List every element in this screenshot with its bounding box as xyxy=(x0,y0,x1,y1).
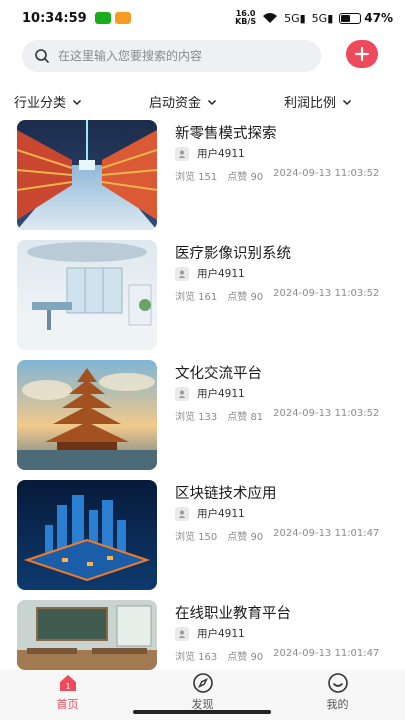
search-input[interactable] xyxy=(58,49,298,63)
status-bar: 10:34:59 16.0 KB/S 5G▮ 5G▮ 47% xyxy=(0,0,405,36)
post-time: 2024-09-13 11:01:47 xyxy=(273,648,380,659)
avatar-icon xyxy=(175,506,189,521)
medical-room-image xyxy=(17,240,157,350)
chevron-down-icon xyxy=(72,99,82,105)
status-time: 10:34:59 xyxy=(22,10,87,26)
author-row: 用户4911 xyxy=(175,626,245,641)
blockchain-city-image xyxy=(17,480,157,590)
post-time: 2024-09-13 11:03:52 xyxy=(273,408,380,419)
like-count: 点赞 81 xyxy=(227,412,264,423)
like-count: 点赞 90 xyxy=(227,292,264,303)
filter-startup-capital[interactable]: 启动资金 xyxy=(149,92,217,111)
tab-home-label: 首页 xyxy=(56,698,79,711)
signal-5g-1: 5G▮ xyxy=(284,11,306,25)
post-title: 在线职业教育平台 xyxy=(175,606,291,622)
add-button[interactable] xyxy=(346,40,378,68)
author-name: 用户4911 xyxy=(197,508,245,520)
smile-icon xyxy=(327,673,348,693)
post-title: 新零售模式探索 xyxy=(175,126,277,142)
post-card[interactable]: 区块链技术应用 用户4911 浏览 150 点赞 90 2024-09-13 1… xyxy=(0,480,405,592)
pagoda-image xyxy=(17,360,157,470)
post-title: 文化交流平台 xyxy=(175,366,262,382)
battery-indicator: 47% xyxy=(339,11,393,25)
filter-profit-ratio-label: 利润比例 xyxy=(284,96,337,111)
wechat-icon xyxy=(94,12,111,24)
author-row: 用户4911 xyxy=(175,146,245,161)
post-card[interactable]: 文化交流平台 用户4911 浏览 133 点赞 81 2024-09-13 11… xyxy=(0,360,405,472)
filter-industry-label: 行业分类 xyxy=(14,96,67,111)
app-notification-icon xyxy=(114,12,131,24)
battery-fill xyxy=(341,14,350,22)
search-box[interactable] xyxy=(22,40,321,72)
author-row: 用户4911 xyxy=(175,506,245,521)
classroom-image xyxy=(17,600,157,670)
post-title: 医疗影像识别系统 xyxy=(175,246,291,262)
status-indicators: 16.0 KB/S 5G▮ 5G▮ 47% xyxy=(235,10,393,26)
svg-text:1: 1 xyxy=(65,682,70,691)
filter-industry[interactable]: 行业分类 xyxy=(14,92,82,111)
signal-label-1: 5G xyxy=(284,11,300,25)
avatar-icon xyxy=(175,146,189,161)
tab-mine[interactable]: 我的 xyxy=(270,670,405,720)
home-indicator xyxy=(133,710,271,714)
battery-percent: 47% xyxy=(364,11,393,25)
tab-home[interactable]: 1 首页 xyxy=(0,670,135,720)
plus-icon xyxy=(354,46,370,62)
retail-store-image xyxy=(17,120,157,230)
filter-startup-capital-label: 启动资金 xyxy=(149,96,202,111)
chevron-down-icon xyxy=(207,99,217,105)
avatar-icon xyxy=(175,626,189,641)
author-name: 用户4911 xyxy=(197,148,245,160)
view-count: 浏览 163 xyxy=(175,652,218,663)
post-time: 2024-09-13 11:03:52 xyxy=(273,288,380,299)
post-card[interactable]: 医疗影像识别系统 用户4911 浏览 161 点赞 90 2024-09-13 … xyxy=(0,240,405,352)
search-icon xyxy=(35,49,49,63)
avatar-icon xyxy=(175,266,189,281)
signal-5g-2: 5G▮ xyxy=(311,11,334,25)
author-name: 用户4911 xyxy=(197,628,245,640)
filter-profit-ratio[interactable]: 利润比例 xyxy=(284,92,352,111)
post-time: 2024-09-13 11:01:47 xyxy=(273,528,380,539)
chevron-down-icon xyxy=(342,99,352,105)
view-count: 浏览 133 xyxy=(175,412,218,423)
post-meta: 浏览 151 点赞 90 2024-09-13 11:03:52 xyxy=(175,168,379,183)
view-count: 浏览 151 xyxy=(175,172,218,183)
signal-label-2: 5G xyxy=(311,11,328,25)
notification-icons xyxy=(94,12,131,24)
battery-icon xyxy=(339,12,362,24)
author-name: 用户4911 xyxy=(197,268,245,280)
post-meta: 浏览 133 点赞 81 2024-09-13 11:03:52 xyxy=(175,408,379,423)
post-card[interactable]: 新零售模式探索 用户4911 浏览 151 点赞 90 2024-09-13 1… xyxy=(0,120,405,232)
network-speed: 16.0 KB/S xyxy=(235,10,256,26)
author-row: 用户4911 xyxy=(175,386,245,401)
post-meta: 浏览 163 点赞 90 2024-09-13 11:01:47 xyxy=(175,648,379,663)
avatar-icon xyxy=(175,386,189,401)
compass-icon xyxy=(192,673,213,693)
post-meta: 浏览 150 点赞 90 2024-09-13 11:01:47 xyxy=(175,528,379,543)
author-name: 用户4911 xyxy=(197,388,245,400)
like-count: 点赞 90 xyxy=(227,532,264,543)
search-row xyxy=(0,38,405,74)
author-row: 用户4911 xyxy=(175,266,245,281)
post-time: 2024-09-13 11:03:52 xyxy=(273,168,380,179)
view-count: 浏览 150 xyxy=(175,532,218,543)
view-count: 浏览 161 xyxy=(175,292,218,303)
tab-mine-label: 我的 xyxy=(326,698,349,711)
filter-row: 行业分类 启动资金 利润比例 xyxy=(0,88,405,114)
like-count: 点赞 90 xyxy=(227,172,264,183)
post-meta: 浏览 161 点赞 90 2024-09-13 11:03:52 xyxy=(175,288,379,303)
home-icon: 1 xyxy=(59,675,76,691)
like-count: 点赞 90 xyxy=(227,652,264,663)
speed-unit: KB/S xyxy=(235,17,257,26)
post-title: 区块链技术应用 xyxy=(175,486,277,502)
wifi-icon xyxy=(263,13,278,23)
